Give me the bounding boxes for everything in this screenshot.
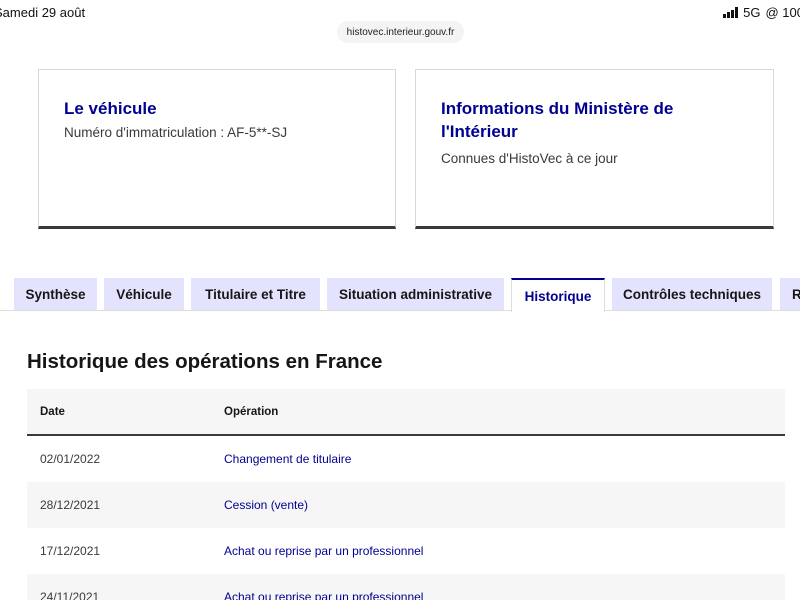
tab-synthese[interactable]: Synthèse (14, 278, 97, 311)
ministry-card: Informations du Ministère de l'Intérieur… (415, 69, 774, 229)
tab-vehicule[interactable]: Véhicule (104, 278, 184, 311)
row-date: 02/01/2022 (40, 452, 101, 466)
row-date: 24/11/2021 (40, 590, 100, 600)
signal-icon (723, 7, 739, 18)
header-operation: Opération (224, 405, 279, 418)
table-row: 24/11/2021 Achat ou reprise par un profe… (27, 574, 785, 600)
section-title: Historique des opérations en France (27, 350, 383, 373)
tab-titulaire[interactable]: Titulaire et Titre (191, 278, 320, 311)
row-operation: Achat ou reprise par un professionnel (224, 590, 424, 600)
url-bar[interactable]: histovec.interieur.gouv.fr (337, 21, 464, 43)
row-operation: Changement de titulaire (224, 452, 352, 466)
tab-bar: Synthèse Véhicule Titulaire et Titre Sit… (0, 278, 800, 312)
tab-controles-techniques[interactable]: Contrôles techniques (612, 278, 772, 311)
tab-historique[interactable]: Historique (511, 278, 605, 312)
registration-number: Numéro d'immatriculation : AF-5**-SJ (64, 125, 288, 140)
table-row: 02/01/2022 Changement de titulaire (27, 436, 785, 482)
status-date: Samedi 29 août (0, 5, 86, 20)
status-extra: @ 100 (765, 5, 800, 20)
vehicle-card: Le véhicule Numéro d'immatriculation : A… (38, 69, 396, 229)
url-text: histovec.interieur.gouv.fr (346, 26, 455, 38)
table-row: 17/12/2021 Achat ou reprise par un profe… (27, 528, 785, 574)
status-indicators: 5G @ 100 (723, 5, 800, 20)
row-operation: Cession (vente) (224, 498, 309, 512)
row-date: 17/12/2021 (40, 544, 101, 558)
ministry-title-line1: Informations du Ministère de (441, 99, 674, 118)
tab-more[interactable]: R (780, 278, 800, 311)
header-date: Date (40, 405, 65, 418)
table-row: 28/12/2021 Cession (vente) (27, 482, 785, 528)
table-header: Date Opération (27, 389, 785, 436)
tab-situation-administrative[interactable]: Situation administrative (327, 278, 504, 311)
ministry-card-text: Connues d'HistoVec à ce jour (441, 151, 618, 166)
ministry-card-title: Informations du Ministère de l'Intérieur (441, 97, 748, 143)
row-date: 28/12/2021 (40, 498, 101, 512)
row-operation: Achat ou reprise par un professionnel (224, 544, 424, 558)
operations-table: Date Opération 02/01/2022 Changement de … (27, 389, 785, 600)
ministry-title-line2: l'Intérieur (441, 122, 518, 141)
vehicle-card-title: Le véhicule (64, 99, 157, 118)
network-label: 5G (743, 5, 761, 20)
